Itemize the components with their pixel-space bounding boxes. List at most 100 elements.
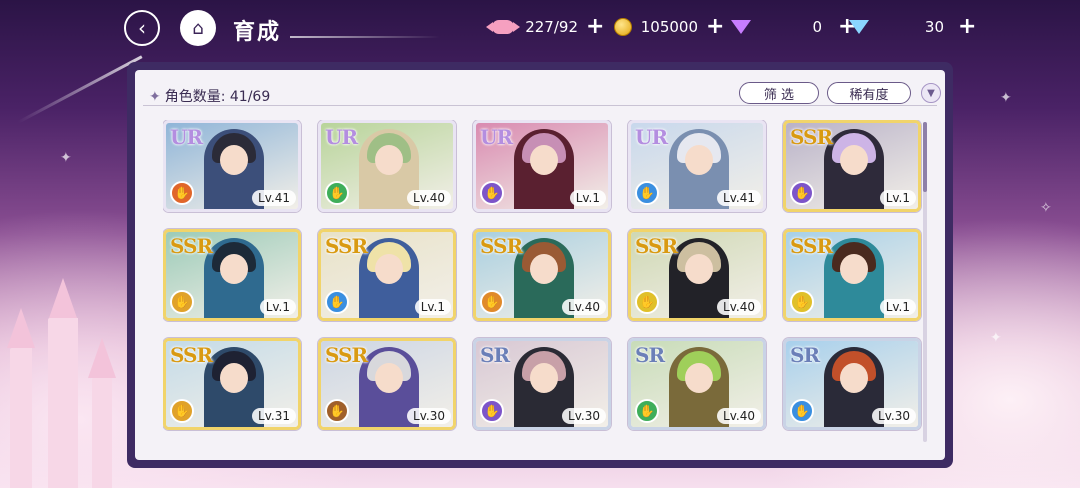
blue-gem-value: 30 (924, 18, 944, 36)
level-label: Lv.40 (562, 299, 606, 315)
level-label: Lv.1 (879, 299, 916, 315)
attribute-icon: ✋ (480, 181, 504, 205)
panel-content: ✦ 角色数量: 41/69 筛 选 稀有度 ▼ UR ✋ Lv.41 UR ✋ Lv.40 U… (135, 70, 945, 460)
attribute-icon: ✋ (635, 290, 659, 314)
top-bar: ‹ ⌂ 育成 227/92 + 105000 + 0 + 30 + (0, 0, 1080, 56)
level-label: Lv.1 (414, 299, 451, 315)
currency-blue-gem: 30 + (846, 14, 976, 40)
sparkle-decoration: ✧ (1040, 200, 1052, 216)
rarity-badge: SR (635, 343, 665, 367)
currency-coin: 105000 + (610, 14, 724, 40)
attribute-icon: ✋ (325, 399, 349, 423)
character-card[interactable]: SSR ✋ Lv.31 (163, 338, 301, 430)
title-decoration (290, 36, 440, 38)
attribute-icon: ✋ (790, 399, 814, 423)
sparkle-decoration: ✦ (60, 150, 72, 166)
attribute-icon: ✋ (480, 399, 504, 423)
attribute-icon: ✋ (790, 181, 814, 205)
add-coin-button[interactable]: + (706, 16, 724, 38)
purple-gem-value: 0 (812, 18, 822, 36)
character-card[interactable]: SSR ✋ Lv.40 (473, 229, 611, 321)
scrollbar-thumb[interactable] (923, 122, 927, 192)
attribute-icon: ✋ (325, 181, 349, 205)
character-card[interactable]: SR ✋ Lv.30 (473, 338, 611, 430)
rarity-badge: SSR (635, 234, 678, 258)
character-card[interactable]: SSR ✋ Lv.40 (628, 229, 766, 321)
coin-value: 105000 (640, 18, 698, 36)
page-title: 育成 (233, 20, 282, 45)
add-candy-button[interactable]: + (586, 16, 604, 38)
rarity-badge: UR (635, 125, 668, 149)
attribute-icon: ✋ (635, 399, 659, 423)
rarity-sort-button[interactable]: 稀有度 (827, 82, 911, 104)
rarity-badge: SR (480, 343, 510, 367)
scrollbar[interactable] (923, 122, 927, 442)
level-label: Lv.40 (407, 190, 451, 206)
level-label: Lv.40 (717, 408, 761, 424)
level-label: Lv.41 (252, 190, 296, 206)
rarity-badge: SSR (325, 343, 368, 367)
character-card[interactable]: UR ✋ Lv.41 (163, 120, 301, 212)
sparkle-decoration: ✦ (990, 330, 1002, 346)
level-label: Lv.30 (562, 408, 606, 424)
rarity-badge: SSR (790, 234, 833, 258)
level-label: Lv.41 (717, 190, 761, 206)
attribute-icon: ✋ (170, 399, 194, 423)
purple-gem-icon (728, 16, 754, 38)
rarity-badge: SSR (480, 234, 523, 258)
list-header: ✦ 角色数量: 41/69 筛 选 稀有度 ▼ (143, 76, 941, 106)
back-button[interactable]: ‹ (124, 10, 160, 46)
character-count-text: 角色数量: 41/69 (164, 89, 271, 105)
coin-icon (610, 16, 636, 38)
character-card[interactable]: SSR ✋ Lv.1 (318, 229, 456, 321)
character-card[interactable]: SSR ✋ Lv.1 (783, 120, 921, 212)
currency-candy: 227/92 + (486, 14, 604, 40)
rarity-badge: UR (170, 125, 203, 149)
character-card[interactable]: UR ✋ Lv.40 (318, 120, 456, 212)
character-card[interactable]: SSR ✋ Lv.1 (163, 229, 301, 321)
sort-toggle-icon[interactable]: ▼ (921, 83, 941, 103)
rarity-badge: UR (480, 125, 513, 149)
character-card[interactable]: SSR ✋ Lv.30 (318, 338, 456, 430)
level-label: Lv.1 (259, 299, 296, 315)
rarity-badge: SSR (325, 234, 368, 258)
candy-value: 227/92 (525, 18, 578, 36)
character-card[interactable]: UR ✋ Lv.1 (473, 120, 611, 212)
attribute-icon: ✋ (170, 290, 194, 314)
attribute-icon: ✋ (325, 290, 349, 314)
attribute-icon: ✋ (790, 290, 814, 314)
rarity-badge: SSR (790, 125, 833, 149)
character-list-panel: ✦ 角色数量: 41/69 筛 选 稀有度 ▼ UR ✋ Lv.41 UR ✋ Lv.40 U… (127, 62, 953, 468)
castle-icon: ⌂ (192, 17, 204, 39)
level-label: Lv.30 (407, 408, 451, 424)
attribute-icon: ✋ (170, 181, 194, 205)
character-card[interactable]: SSR ✋ Lv.1 (783, 229, 921, 321)
light-beam-decoration (17, 55, 143, 124)
level-label: Lv.40 (717, 299, 761, 315)
attribute-icon: ✋ (480, 290, 504, 314)
character-card[interactable]: UR ✋ Lv.41 (628, 120, 766, 212)
level-label: Lv.1 (879, 190, 916, 206)
back-arrow-icon: ‹ (138, 16, 146, 40)
attribute-icon: ✋ (635, 181, 659, 205)
currency-purple-gem: 0 + (728, 14, 856, 40)
castle-background (0, 268, 130, 488)
home-button[interactable]: ⌂ (180, 10, 216, 46)
sparkle-decoration: ✦ (1000, 90, 1012, 106)
blue-gem-icon (846, 16, 872, 38)
level-label: Lv.1 (569, 190, 606, 206)
level-label: Lv.30 (872, 408, 916, 424)
character-card[interactable]: SR ✋ Lv.40 (628, 338, 766, 430)
filter-button[interactable]: 筛 选 (739, 82, 819, 104)
rarity-badge: SR (790, 343, 820, 367)
level-label: Lv.31 (252, 408, 296, 424)
rarity-badge: UR (325, 125, 358, 149)
character-card[interactable]: SR ✋ Lv.30 (783, 338, 921, 430)
rarity-badge: SSR (170, 234, 213, 258)
sparkle-icon: ✦ (149, 89, 161, 105)
rarity-badge: SSR (170, 343, 213, 367)
candy-icon (486, 16, 520, 38)
add-blue-gem-button[interactable]: + (958, 16, 976, 38)
character-grid: UR ✋ Lv.41 UR ✋ Lv.40 UR ✋ Lv.1 UR ✋ Lv.41 SSR ✋ Lv.1 S… (163, 120, 933, 450)
character-count: ✦ 角色数量: 41/69 (149, 86, 270, 106)
